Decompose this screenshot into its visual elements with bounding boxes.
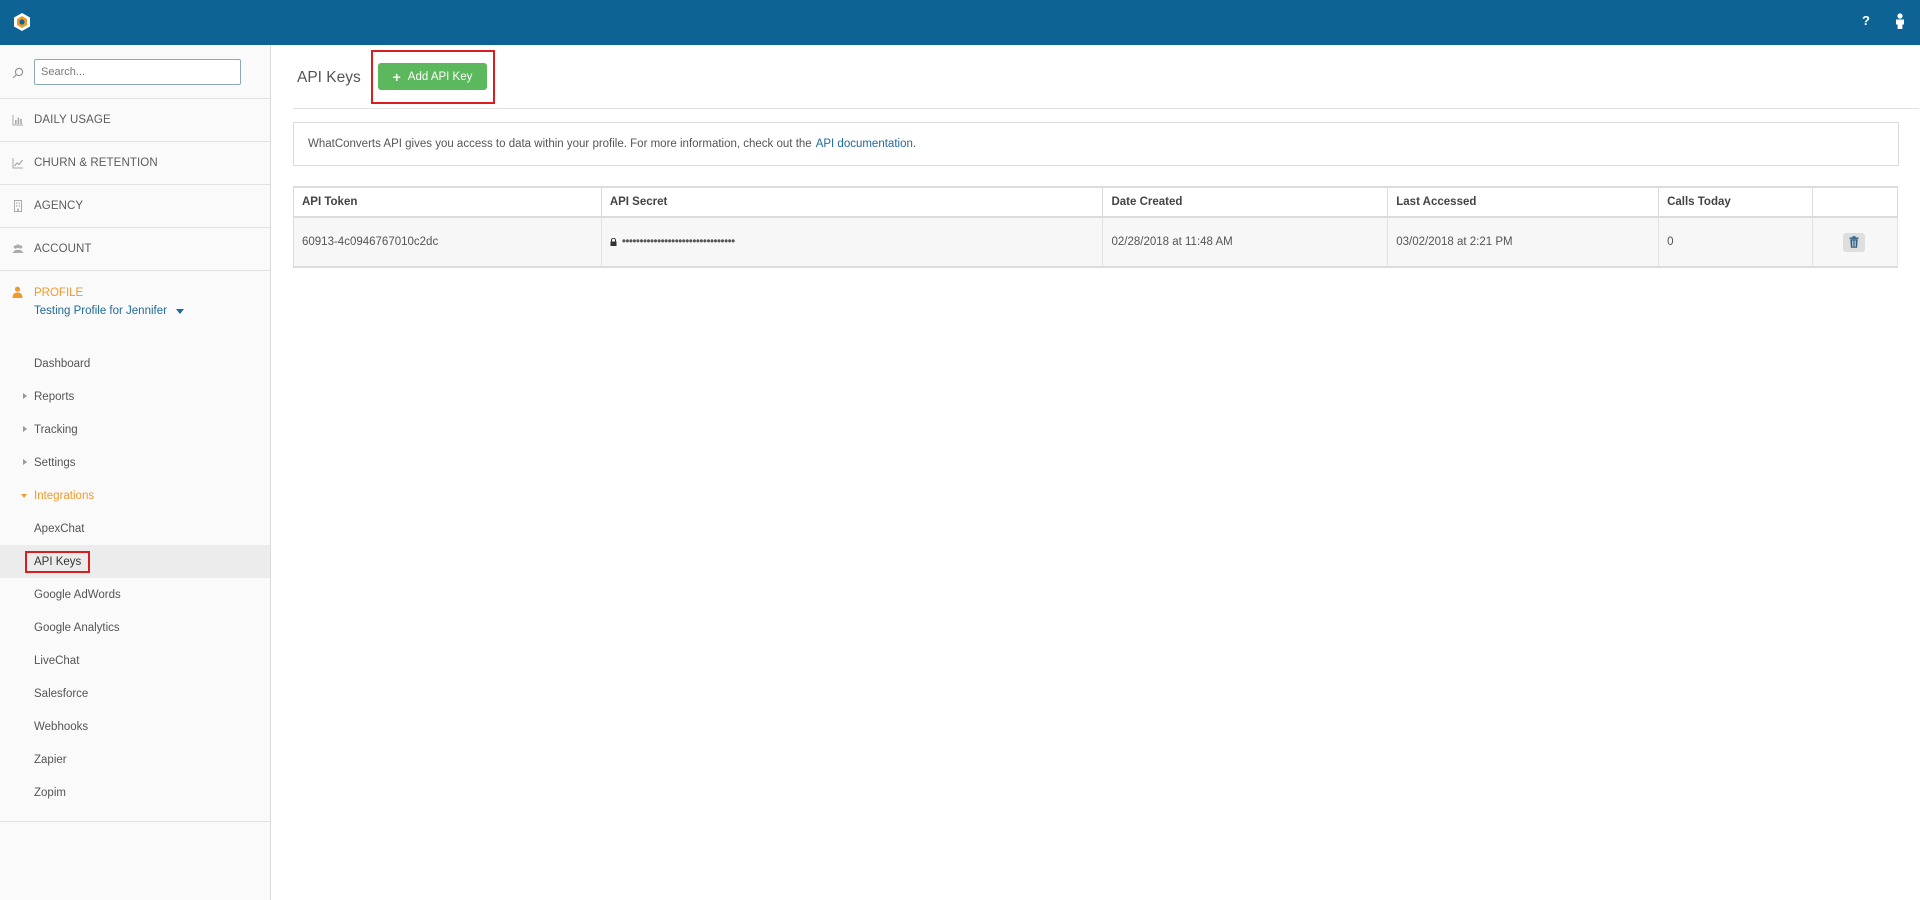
sidebar-item-google-adwords[interactable]: Google AdWords [0, 578, 270, 611]
users-icon [12, 244, 24, 253]
line-chart-icon [12, 158, 23, 169]
api-documentation-link[interactable]: API documentation [816, 138, 913, 150]
api-secret-masked: •••••••••••••••••••••••••••••••• [621, 236, 735, 248]
last-accessed-cell: 03/02/2018 at 2:21 PM [1387, 217, 1660, 268]
help-icon[interactable]: ? [1862, 13, 1870, 28]
info-text: WhatConverts API gives you access to dat… [308, 138, 812, 150]
sidebar-item-label: Zapier [34, 753, 67, 766]
whatconverts-logo[interactable] [12, 12, 32, 32]
delete-button[interactable] [1842, 232, 1865, 252]
api-secret-cell[interactable]: •••••••••••••••••••••••••••••••• [601, 217, 1104, 268]
info-tail: . [912, 138, 917, 150]
sidebar-item-livechat[interactable]: LiveChat [0, 644, 270, 677]
sidebar-item-label: Google Analytics [34, 621, 120, 634]
search-icon [12, 67, 24, 79]
sidebar-item-label: LiveChat [34, 654, 80, 667]
bar-chart-icon [12, 115, 23, 126]
sidebar-item-api-keys[interactable]: API Keys [0, 545, 270, 578]
add-api-key-label: Add API Key [407, 70, 473, 83]
nav-agency[interactable]: AGENCY [0, 185, 270, 228]
sidebar-item-zapier[interactable]: Zapier [0, 743, 270, 776]
trash-icon [1849, 236, 1859, 248]
sidebar-item-label: API Keys [25, 550, 91, 573]
calls-today-cell: 0 [1658, 217, 1813, 268]
nav-account[interactable]: ACCOUNT [0, 228, 270, 271]
sidebar-item-label: Tracking [34, 423, 78, 436]
main-content: API Keys + Add API Key WhatConverts API … [272, 45, 1920, 900]
sidebar-item-label: Reports [34, 390, 75, 403]
column-header-calls-today[interactable]: Calls Today [1658, 186, 1813, 218]
sidebar-item-reports[interactable]: Reports [0, 380, 270, 413]
nav-label: PROFILE [34, 286, 84, 299]
nav-churn-retention[interactable]: CHURN & RETENTION [0, 142, 270, 185]
chevron-right-icon [23, 393, 27, 399]
chevron-down-icon [21, 494, 27, 498]
sidebar-item-salesforce[interactable]: Salesforce [0, 677, 270, 710]
date-created-cell: 02/28/2018 at 11:48 AM [1102, 217, 1389, 268]
nav-daily-usage[interactable]: DAILY USAGE [0, 99, 270, 142]
nav-label: CHURN & RETENTION [34, 157, 158, 169]
plus-icon: + [392, 68, 401, 85]
sidebar-item-label: Salesforce [34, 687, 89, 700]
sidebar-search [0, 45, 270, 99]
sidebar-item-apexchat[interactable]: ApexChat [0, 512, 270, 545]
column-header-api-secret[interactable]: API Secret [601, 186, 1104, 218]
sidebar-item-tracking[interactable]: Tracking [0, 413, 270, 446]
sidebar-item-label: Zopim [34, 786, 66, 799]
page-title: API Keys [297, 69, 361, 86]
actions-cell [1812, 217, 1899, 268]
chevron-right-icon [23, 459, 27, 465]
api-keys-table: API Token API Secret Date Created Last A… [293, 186, 1899, 268]
sidebar-item-zopim[interactable]: Zopim [0, 776, 270, 809]
sidebar-item-label: Settings [34, 456, 76, 469]
table-header-row: API Token API Secret Date Created Last A… [293, 186, 1899, 218]
sidebar-item-label: Webhooks [34, 720, 89, 733]
sidebar-item-label: Integrations [34, 489, 95, 502]
sidebar: DAILY USAGE CHURN & RETENTION AGENCY ACC… [0, 45, 271, 900]
sidebar-item-google-analytics[interactable]: Google Analytics [0, 611, 270, 644]
sidebar-item-integrations[interactable]: Integrations [0, 479, 270, 512]
user-icon[interactable] [1894, 13, 1906, 29]
sidebar-item-dashboard[interactable]: Dashboard [0, 347, 270, 380]
table-row: 60913-4c0946767010c2dc •••••••••••••••••… [293, 217, 1899, 268]
nav-profile[interactable]: PROFILE [0, 271, 270, 314]
search-input[interactable] [34, 59, 241, 85]
profile-section: PROFILE Testing Profile for Jennifer Das… [0, 271, 270, 822]
sidebar-item-settings[interactable]: Settings [0, 446, 270, 479]
top-navbar: ? [0, 0, 1920, 45]
sidebar-item-webhooks[interactable]: Webhooks [0, 710, 270, 743]
building-icon [14, 200, 22, 212]
lock-icon [610, 237, 617, 246]
column-header-actions [1812, 186, 1899, 218]
api-token-cell: 60913-4c0946767010c2dc [293, 217, 602, 268]
column-header-last-accessed[interactable]: Last Accessed [1387, 186, 1660, 218]
chevron-right-icon [23, 426, 27, 432]
sidebar-item-label: Google AdWords [34, 588, 121, 601]
divider [293, 108, 1919, 109]
nav-label: DAILY USAGE [34, 114, 111, 126]
user-icon [12, 286, 23, 298]
nav-label: AGENCY [34, 200, 84, 212]
column-header-api-token[interactable]: API Token [293, 186, 602, 218]
add-api-key-button[interactable]: + Add API Key [378, 63, 487, 90]
nav-label: ACCOUNT [34, 243, 92, 255]
sidebar-item-label: Dashboard [34, 357, 91, 370]
sidebar-item-label: ApexChat [34, 522, 85, 535]
info-box: WhatConverts API gives you access to dat… [293, 122, 1899, 166]
column-header-date-created[interactable]: Date Created [1102, 186, 1389, 218]
